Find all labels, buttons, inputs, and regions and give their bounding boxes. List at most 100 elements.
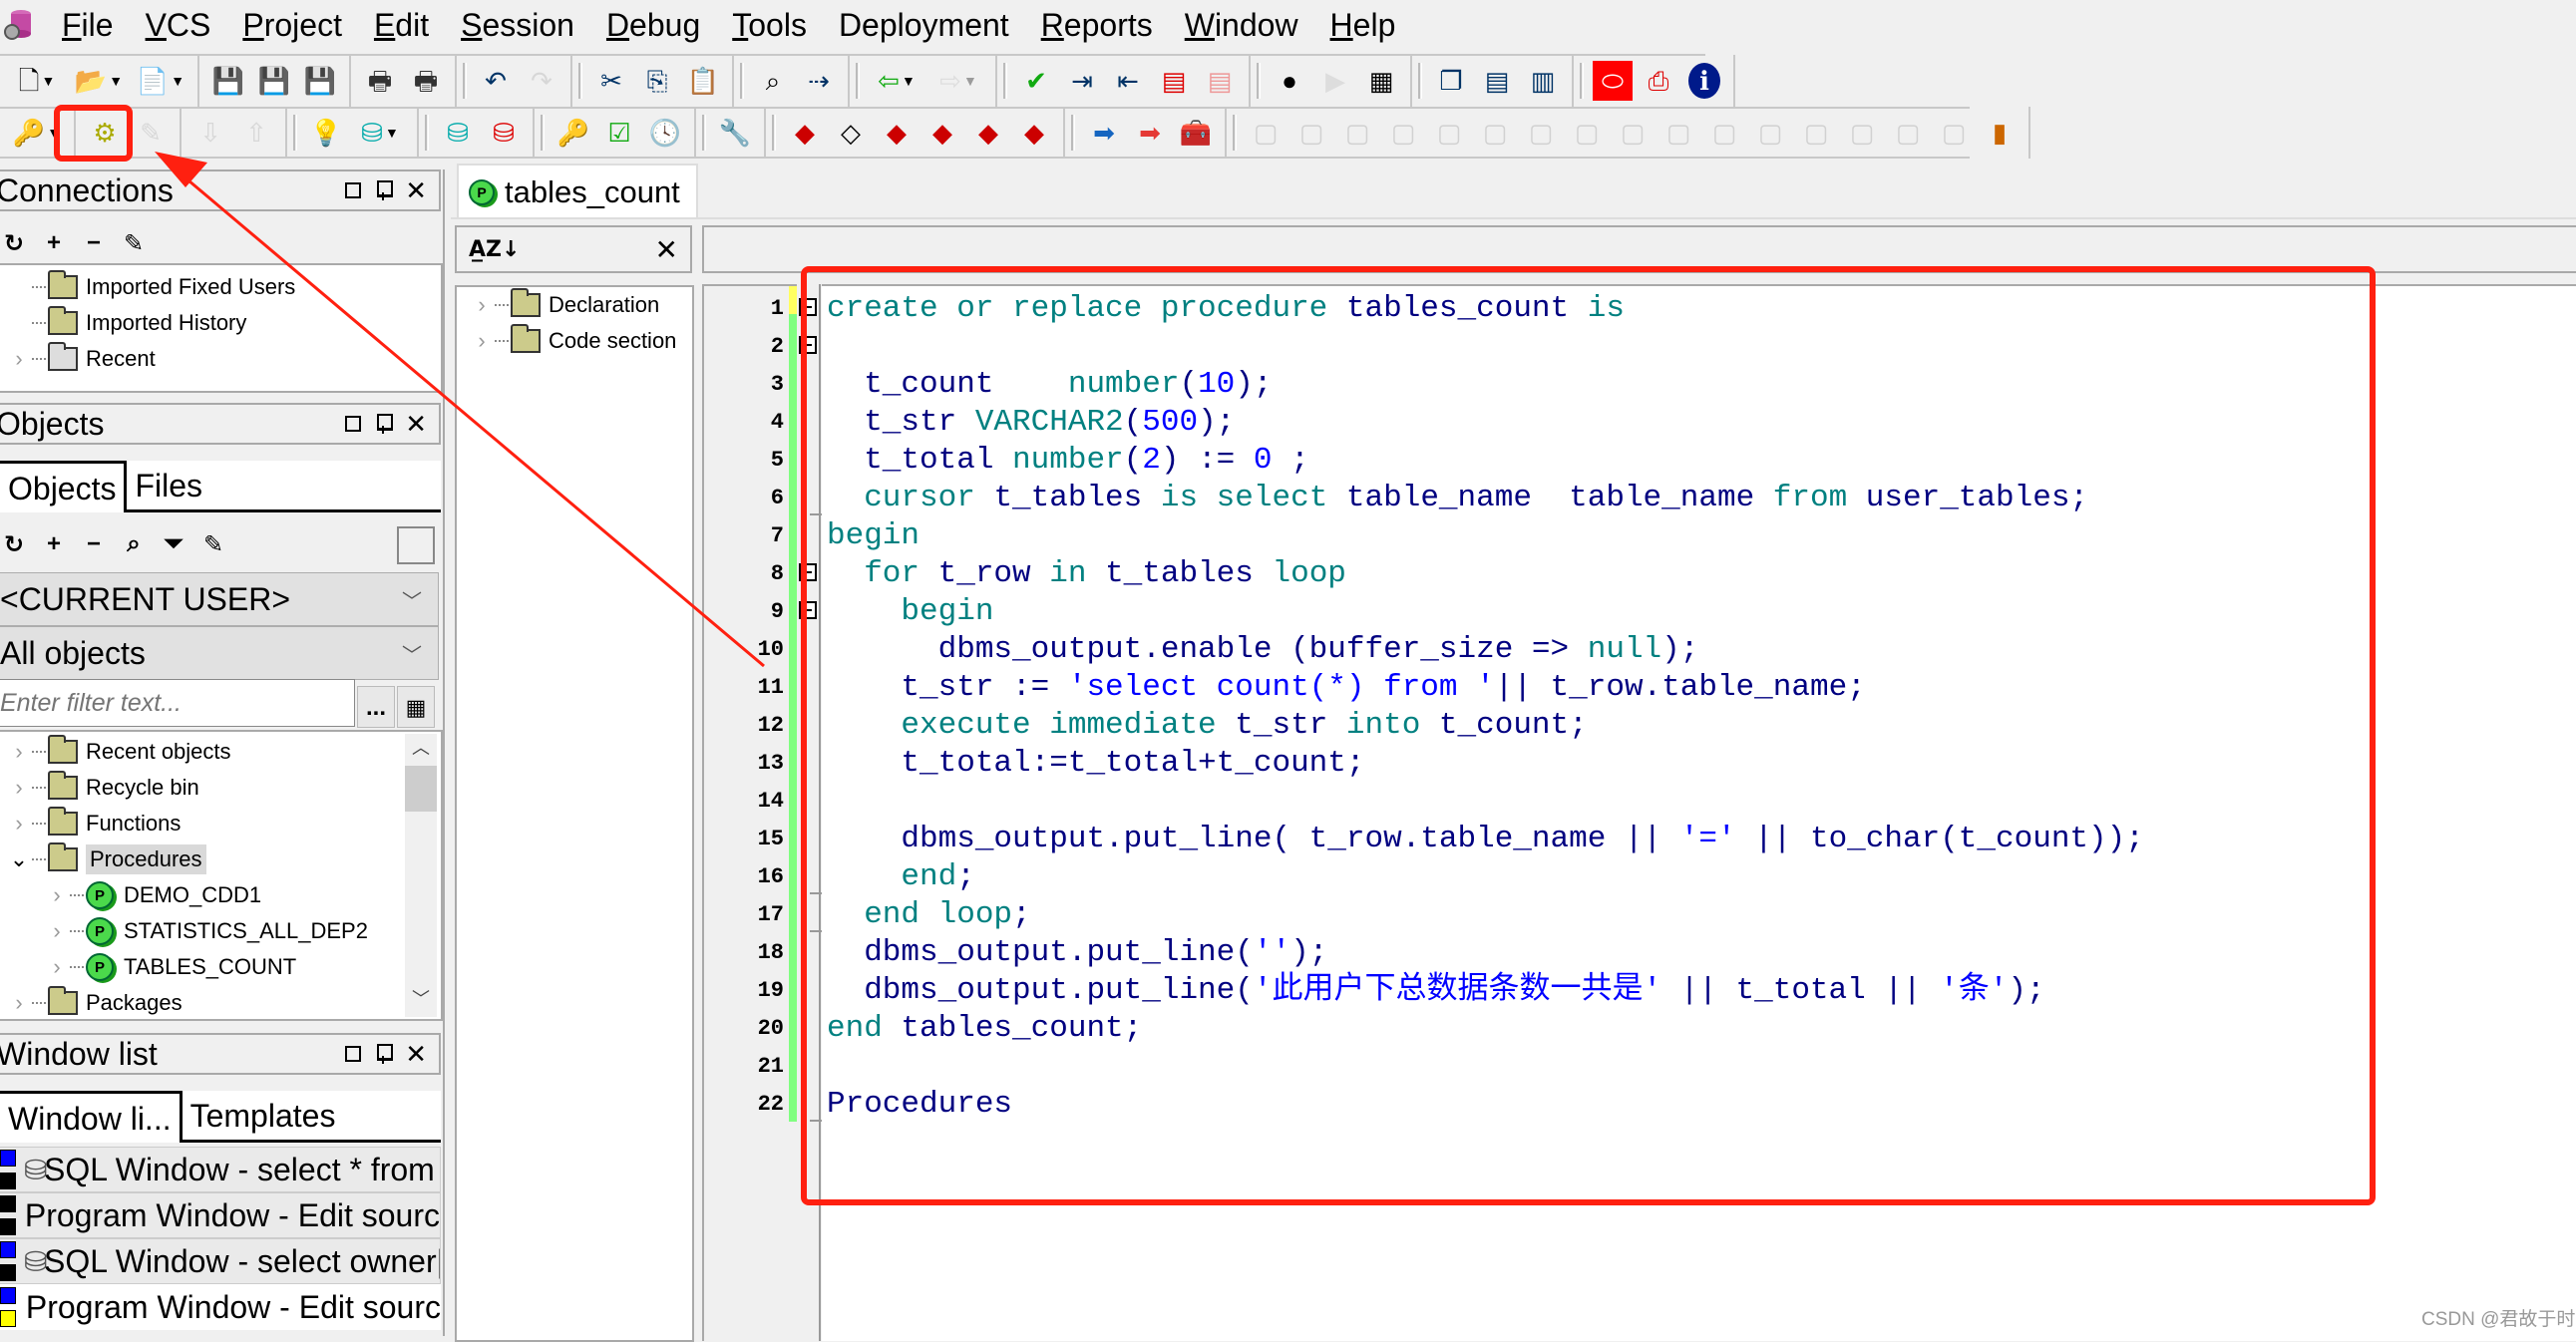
window-list-item[interactable]: ⛁ SQL Window - select owner||' <box>0 1238 441 1284</box>
connection-item[interactable]: Imported Fixed Users <box>0 269 441 305</box>
menu-help[interactable]: Help <box>1314 0 1412 50</box>
window-list-item[interactable]: Program Window - Edit sourc <box>0 1192 441 1238</box>
menu-vcs[interactable]: VCS <box>130 0 227 50</box>
vcs-add-button[interactable]: ◆ <box>785 113 825 153</box>
toolbar-grip[interactable] <box>578 63 582 99</box>
vcs-disabled-3-button[interactable]: ▢ <box>1337 113 1377 153</box>
refresh-icon[interactable]: ↻ <box>0 530 28 559</box>
toolbar-grip[interactable] <box>463 63 467 99</box>
toolbar-grip[interactable] <box>1580 63 1584 99</box>
open-button[interactable]: 📂 ▼ <box>71 61 127 101</box>
navigate-back-button[interactable]: ➡ <box>1130 113 1170 153</box>
vcs-disabled-9-button[interactable]: ▢ <box>1613 113 1653 153</box>
tile-horizontal-button[interactable]: ▤ <box>1477 61 1517 101</box>
history-button[interactable]: 🕓 <box>645 113 685 153</box>
query-by-example-button[interactable]: ⛁ <box>438 113 478 153</box>
program-window-tab[interactable]: P tables_count <box>457 164 698 219</box>
dropdown-arrow-icon[interactable]: ▼ <box>42 74 56 88</box>
expand-icon[interactable]: › <box>46 954 68 980</box>
add-icon[interactable]: + <box>40 229 68 257</box>
vcs-disabled-11-button[interactable]: ▢ <box>1704 113 1744 153</box>
expand-icon[interactable]: › <box>8 775 30 801</box>
indent-button[interactable]: ⇥ <box>1062 61 1102 101</box>
info-button[interactable]: ℹ <box>1684 61 1724 101</box>
tile-vertical-button[interactable]: ▥ <box>1523 61 1563 101</box>
dropdown-arrow-icon[interactable]: ▼ <box>47 126 61 140</box>
expand-icon[interactable]: › <box>8 346 30 372</box>
reload-button[interactable]: ⇨ ▼ <box>930 61 986 101</box>
sql-template-button[interactable]: ⛁ ▼ <box>352 113 408 153</box>
close-icon[interactable]: ✕ <box>405 409 427 440</box>
window-list-item[interactable]: Program Window - Edit sourc <box>0 1284 441 1330</box>
expand-icon[interactable]: › <box>471 292 493 318</box>
oracle-button[interactable]: ⬭ <box>1593 61 1633 101</box>
comment-button[interactable]: ▤ <box>1154 61 1194 101</box>
vcs-tools-button[interactable]: ▮ <box>1980 113 2020 153</box>
remove-icon[interactable]: − <box>80 229 108 257</box>
play-macro-button[interactable]: ▶ <box>1315 61 1355 101</box>
close-structure-icon[interactable]: ✕ <box>655 233 678 266</box>
toolbar-grip[interactable] <box>856 63 860 99</box>
menu-session[interactable]: Session <box>445 0 590 50</box>
connection-item[interactable]: › Recent <box>0 341 441 377</box>
dropdown-arrow-icon[interactable]: ▼ <box>963 74 977 88</box>
dropdown-arrow-icon[interactable]: ▼ <box>385 126 399 140</box>
vcs-open-button[interactable]: ◆ <box>877 113 917 153</box>
vcs-remove-button[interactable]: ◇ <box>831 113 871 153</box>
structure-item[interactable]: › Code section <box>457 323 692 359</box>
menu-reports[interactable]: Reports <box>1025 0 1169 50</box>
sort-alpha-icon[interactable]: A̲Z↓ <box>469 237 520 262</box>
menu-edit[interactable]: Edit <box>358 0 445 50</box>
fold-toggle-icon[interactable] <box>799 298 817 316</box>
close-icon[interactable]: ✕ <box>405 175 427 206</box>
pdf-button[interactable]: ⎙ <box>1639 61 1678 101</box>
collapse-icon[interactable]: ⌄ <box>8 846 30 872</box>
tab-templates[interactable]: Templates <box>183 1091 344 1140</box>
menu-window[interactable]: Window <box>1169 0 1314 50</box>
toolbar-grip[interactable] <box>293 115 297 151</box>
preferences-button[interactable]: 🔧 <box>715 113 755 153</box>
maximize-icon[interactable] <box>345 416 362 432</box>
fetch-next-button[interactable]: ⇩ <box>190 113 230 153</box>
toolbar-grip[interactable] <box>702 115 706 151</box>
close-icon[interactable]: ✕ <box>405 1039 427 1070</box>
object-folder-item[interactable]: › Recycle bin <box>0 770 441 806</box>
object-folder-item[interactable]: › Recent objects <box>0 734 441 770</box>
object-folder-item[interactable]: › Packages <box>0 985 441 1019</box>
paste-button[interactable]: 📋 <box>683 61 723 101</box>
break-button[interactable]: ✎ <box>131 113 171 153</box>
filter-more-button[interactable]: ... <box>357 686 395 728</box>
toolbar-grip[interactable] <box>1003 63 1007 99</box>
procedure-item[interactable]: › P DEMO_CDD1 <box>0 877 441 913</box>
save-button[interactable]: 💾 <box>208 61 248 101</box>
filter-icon[interactable]: ⏷ <box>160 530 187 558</box>
window-list-item[interactable]: ⛁ SQL Window - select * from u <box>0 1147 441 1192</box>
toolbar-grip[interactable] <box>772 115 776 151</box>
toolbox-button[interactable]: 🧰 <box>1176 113 1216 153</box>
remove-icon[interactable]: − <box>80 530 108 558</box>
open-template-button[interactable]: 📄 ▼ <box>133 61 188 101</box>
filter-input[interactable] <box>0 679 355 727</box>
vcs-disabled-2-button[interactable]: ▢ <box>1291 113 1331 153</box>
uncomment-button[interactable]: ▤ <box>1200 61 1240 101</box>
scroll-thumb[interactable] <box>405 766 437 812</box>
tab-files[interactable]: Files <box>127 461 210 509</box>
tab-objects[interactable]: Objects <box>0 461 128 512</box>
check-button[interactable]: ☑ <box>599 113 639 153</box>
fold-toggle-icon[interactable] <box>799 336 817 354</box>
dropdown-arrow-icon[interactable]: ▼ <box>109 74 123 88</box>
expand-icon[interactable]: › <box>8 990 30 1016</box>
vcs-disabled-7-button[interactable]: ▢ <box>1521 113 1561 153</box>
procedure-item[interactable]: › P STATISTICS_ALL_DEP2 <box>0 913 441 949</box>
sidebar-splitter[interactable] <box>443 169 451 1336</box>
toolbar-grip[interactable] <box>1257 63 1261 99</box>
expand-icon[interactable]: › <box>8 739 30 765</box>
expand-icon[interactable]: › <box>46 918 68 944</box>
undo-button[interactable]: ↶ <box>476 61 516 101</box>
load-button[interactable]: ⇦ ▼ <box>869 61 924 101</box>
dropdown-arrow-icon[interactable]: ▼ <box>902 74 916 88</box>
objects-tree-scrollbar[interactable]: ︿ ﹀ <box>405 734 437 1017</box>
vcs-undo-button[interactable]: ◆ <box>1014 113 1054 153</box>
vcs-disabled-4-button[interactable]: ▢ <box>1383 113 1423 153</box>
pin-icon[interactable] <box>377 180 394 200</box>
